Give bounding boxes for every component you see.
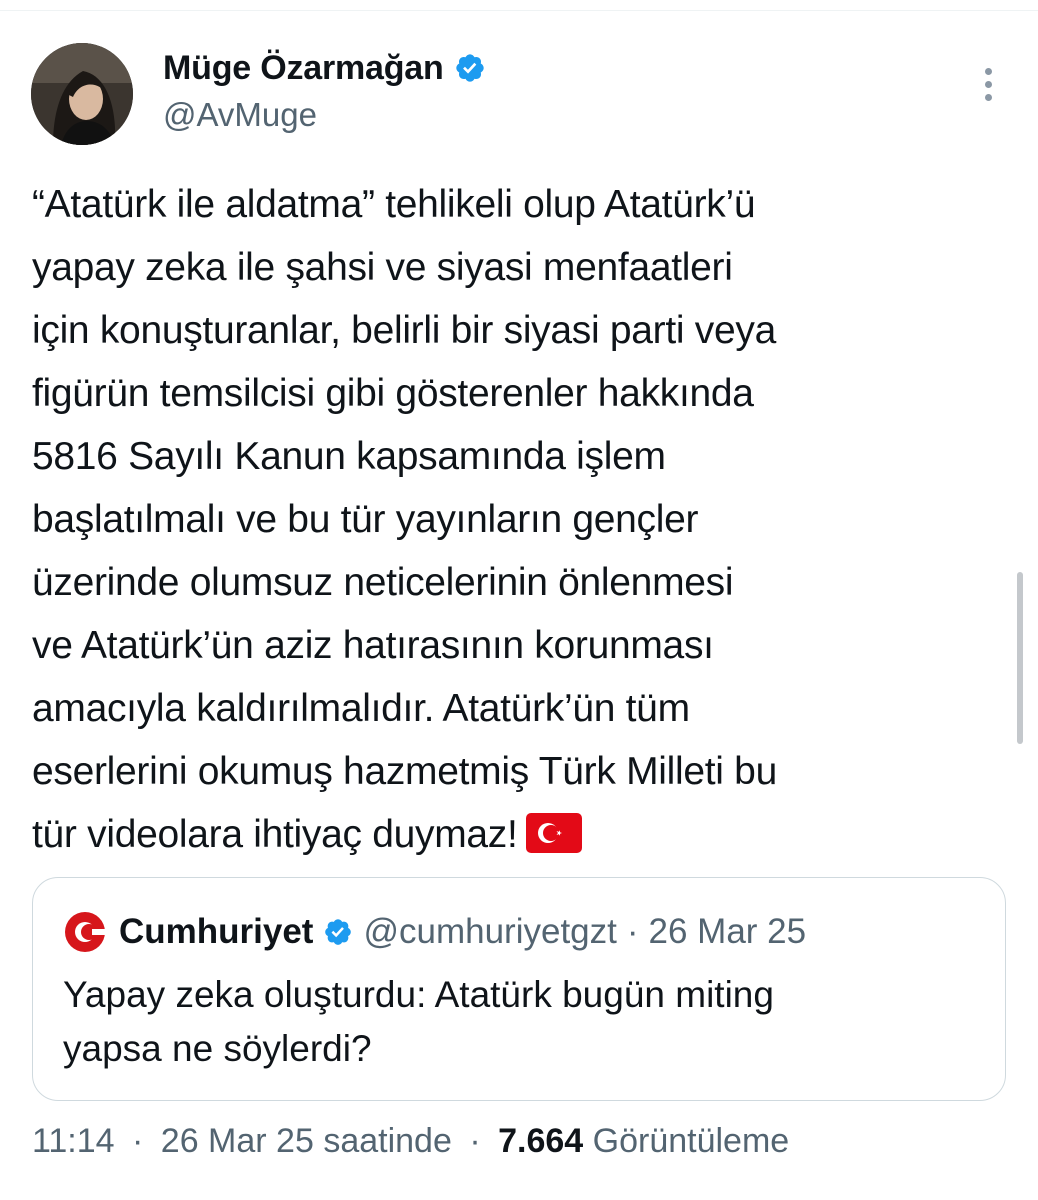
- tweet-body: “Atatürk ile aldatma” tehlikeli olup Ata…: [32, 183, 777, 856]
- more-options-icon[interactable]: [976, 64, 1000, 104]
- cumhuriyet-logo-icon[interactable]: [63, 910, 107, 954]
- tweet-date[interactable]: 26 Mar 25 saatinde: [161, 1122, 452, 1160]
- quoted-date[interactable]: 26 Mar 25: [649, 912, 807, 952]
- scrollbar[interactable]: [1017, 572, 1023, 744]
- footer-separator: ·: [469, 1122, 481, 1160]
- quoted-separator: ·: [626, 912, 639, 951]
- views-label: Görüntüleme: [592, 1122, 790, 1160]
- author-handle[interactable]: @AvMuge: [163, 96, 317, 134]
- avatar[interactable]: [31, 43, 133, 145]
- top-divider: [0, 10, 1038, 11]
- author-display-name[interactable]: Müge Özarmağan: [163, 49, 444, 88]
- quoted-tweet-card[interactable]: Cumhuriyet @cumhuriyetgzt · 26 Mar 25 Ya…: [32, 877, 1006, 1101]
- tweet-metadata: 11:14 · 26 Mar 25 saatinde · 7.664 Görün…: [32, 1122, 789, 1161]
- quoted-tweet-text: Yapay zeka oluşturdu: Atatürk bugün miti…: [63, 974, 774, 1069]
- footer-separator: ·: [132, 1122, 144, 1160]
- tweet-text: “Atatürk ile aldatma” tehlikeli olup Ata…: [32, 173, 1022, 866]
- verified-badge-icon: [455, 54, 484, 82]
- turkish-flag-icon: [525, 812, 582, 853]
- tweet-time[interactable]: 11:14: [32, 1122, 115, 1160]
- views-count[interactable]: 7.664: [498, 1122, 583, 1160]
- quoted-display-name[interactable]: Cumhuriyet: [119, 912, 313, 952]
- quoted-handle[interactable]: @cumhuriyetgzt: [363, 912, 616, 952]
- author-name-row: Müge Özarmağan: [163, 44, 486, 92]
- verified-badge-icon: [325, 919, 352, 945]
- quoted-tweet-header: Cumhuriyet @cumhuriyetgzt · 26 Mar 25: [63, 910, 806, 954]
